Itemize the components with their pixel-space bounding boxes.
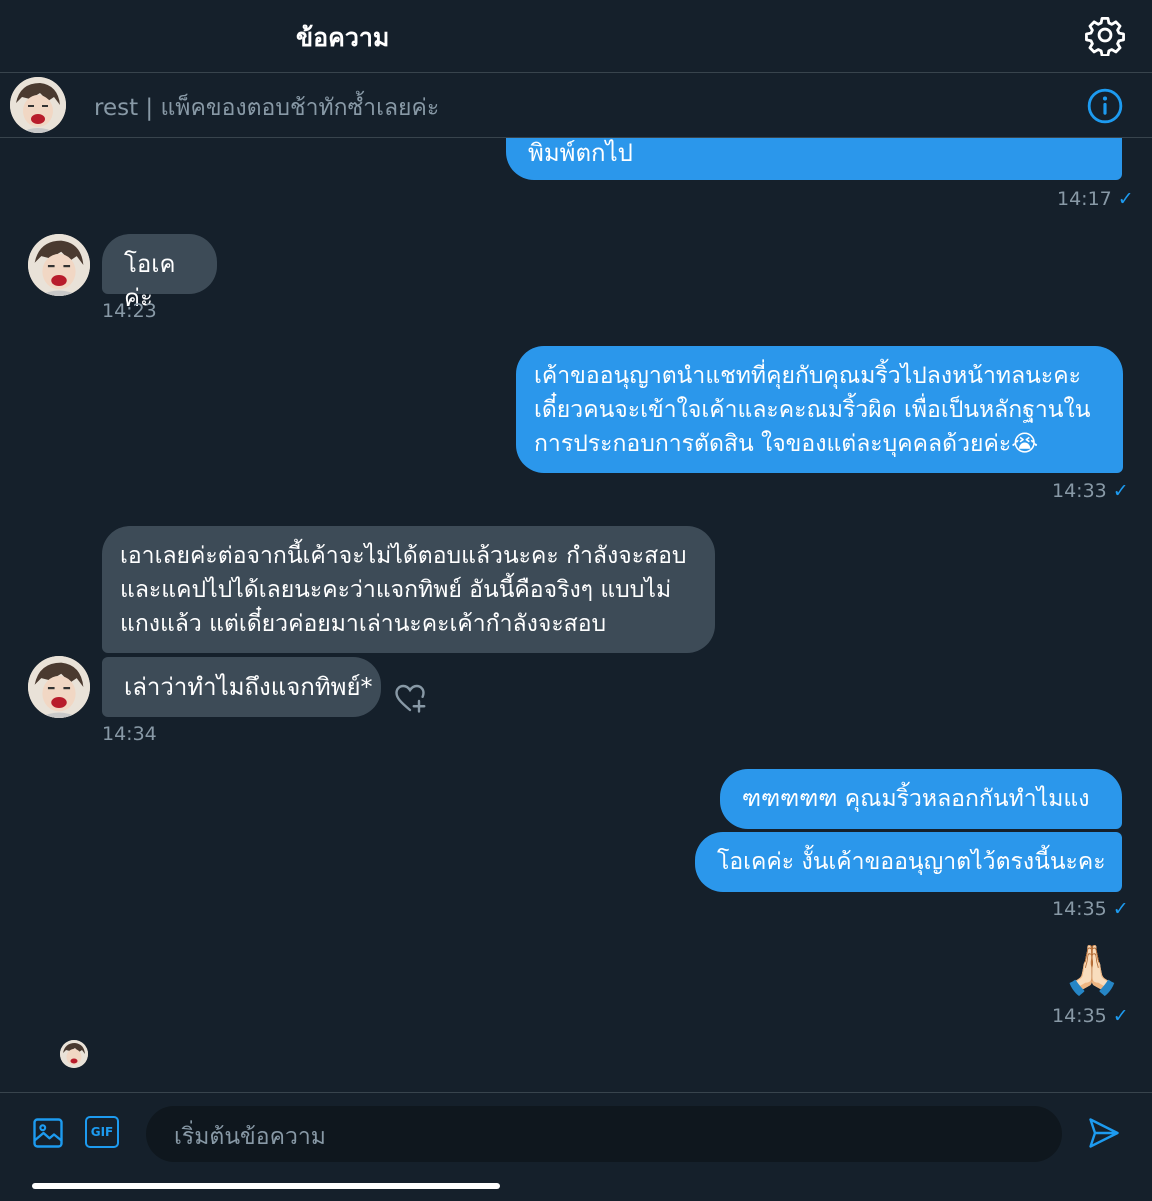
read-check-icon: ✓ — [1112, 898, 1129, 920]
message-timestamp: 14:33 ✓ — [1052, 480, 1129, 502]
message-bubble-sent[interactable]: ฑฑฑฑฑ คุณมริ้วหลอกกันทำไมแง — [720, 769, 1122, 829]
message-bubble-received[interactable]: เอาเลยค่ะต่อจากนี้เค้าจะไม่ได้ตอบแล้วนะค… — [102, 526, 715, 653]
message-timestamp: 14:17 ✓ — [1057, 188, 1134, 210]
message-timestamp: 14:35 ✓ — [1052, 1005, 1129, 1027]
home-indicator — [32, 1183, 500, 1189]
message-timestamp: 14:23 — [102, 300, 157, 322]
message-bubble-received[interactable]: เล่าว่าทำไมถึงแจกทิพย์* — [102, 657, 381, 717]
read-check-icon: ✓ — [1117, 188, 1134, 210]
message-timestamp: 14:34 — [102, 723, 157, 745]
gif-button[interactable]: GIF — [85, 1116, 119, 1148]
message-text: ฑฑฑฑฑ คุณมริ้วหลอกกันทำไมแง — [742, 786, 1090, 812]
message-line: เอาเลยค่ะต่อจากนี้เค้าจะไม่ได้ตอบแล้วนะค… — [120, 543, 687, 569]
avatar[interactable] — [28, 234, 90, 296]
send-icon[interactable] — [1086, 1115, 1122, 1151]
avatar[interactable] — [10, 77, 66, 133]
message-line: การประกอบการตัดสิน ใจของแต่ละบุคคลด้วยค่… — [534, 431, 1039, 457]
read-check-icon: ✓ — [1112, 480, 1129, 502]
message-line: แกงแล้ว แต่เดี๋ยวค่อยมาเล่านะคะเค้ากำลัง… — [120, 611, 607, 637]
heart-plus-icon[interactable] — [392, 680, 428, 716]
message-clip: พิมพ์ตกไป — [0, 138, 1152, 198]
message-text: โอเคค่ะ งั้นเค้าขออนุญาตไว้ตรงนี้นะคะ — [717, 849, 1106, 875]
image-icon[interactable] — [30, 1115, 66, 1151]
seen-avatar — [60, 1040, 88, 1068]
conversation-name: rest | แพ็คของตอบช้าทักซ้ำเลยค่ะ — [94, 95, 440, 121]
info-icon[interactable] — [1086, 87, 1124, 125]
message-line: เค้าขออนุญาตนำแชทที่คุยกับคุณมริ้วไปลงหน… — [534, 363, 1081, 389]
read-check-icon: ✓ — [1112, 1005, 1129, 1027]
gear-icon[interactable] — [1084, 14, 1126, 56]
message-input-placeholder: เริ่มต้นข้อความ — [174, 1124, 326, 1150]
message-bubble-sent[interactable]: เค้าขออนุญาตนำแชทที่คุยกับคุณมริ้วไปลงหน… — [516, 346, 1123, 473]
message-line: และแคปไปได้เลยนะคะว่าแจกทิพย์ อันนี้คือจ… — [120, 577, 672, 603]
conversation-header[interactable]: rest | แพ็คของตอบช้าทักซ้ำเลยค่ะ — [0, 73, 1152, 138]
message-bubble-received[interactable]: โอเคค่ะ — [102, 234, 217, 312]
message-text: พิมพ์ตกไป — [528, 139, 633, 167]
message-timestamp: 14:35 ✓ — [1052, 898, 1129, 920]
page-title: ข้อความ — [296, 23, 390, 52]
message-bubble-sent[interactable]: โอเคค่ะ งั้นเค้าขออนุญาตไว้ตรงนี้นะคะ — [695, 832, 1122, 892]
message-text: เล่าว่าทำไมถึงแจกทิพย์* — [124, 673, 373, 701]
message-bubble-sent[interactable]: พิมพ์ตกไป — [506, 138, 1122, 180]
top-bar: ข้อความ — [0, 0, 1152, 73]
message-line: เดี๋ยวคนจะเข้าใจเค้าและคะณมริ้วผิด เพื่อ… — [534, 397, 1091, 423]
avatar[interactable] — [28, 656, 90, 718]
message-input[interactable]: เริ่มต้นข้อความ — [146, 1106, 1062, 1162]
gif-label: GIF — [90, 1125, 114, 1139]
message-emoji[interactable]: 🙏🏻 — [1062, 940, 1122, 1000]
